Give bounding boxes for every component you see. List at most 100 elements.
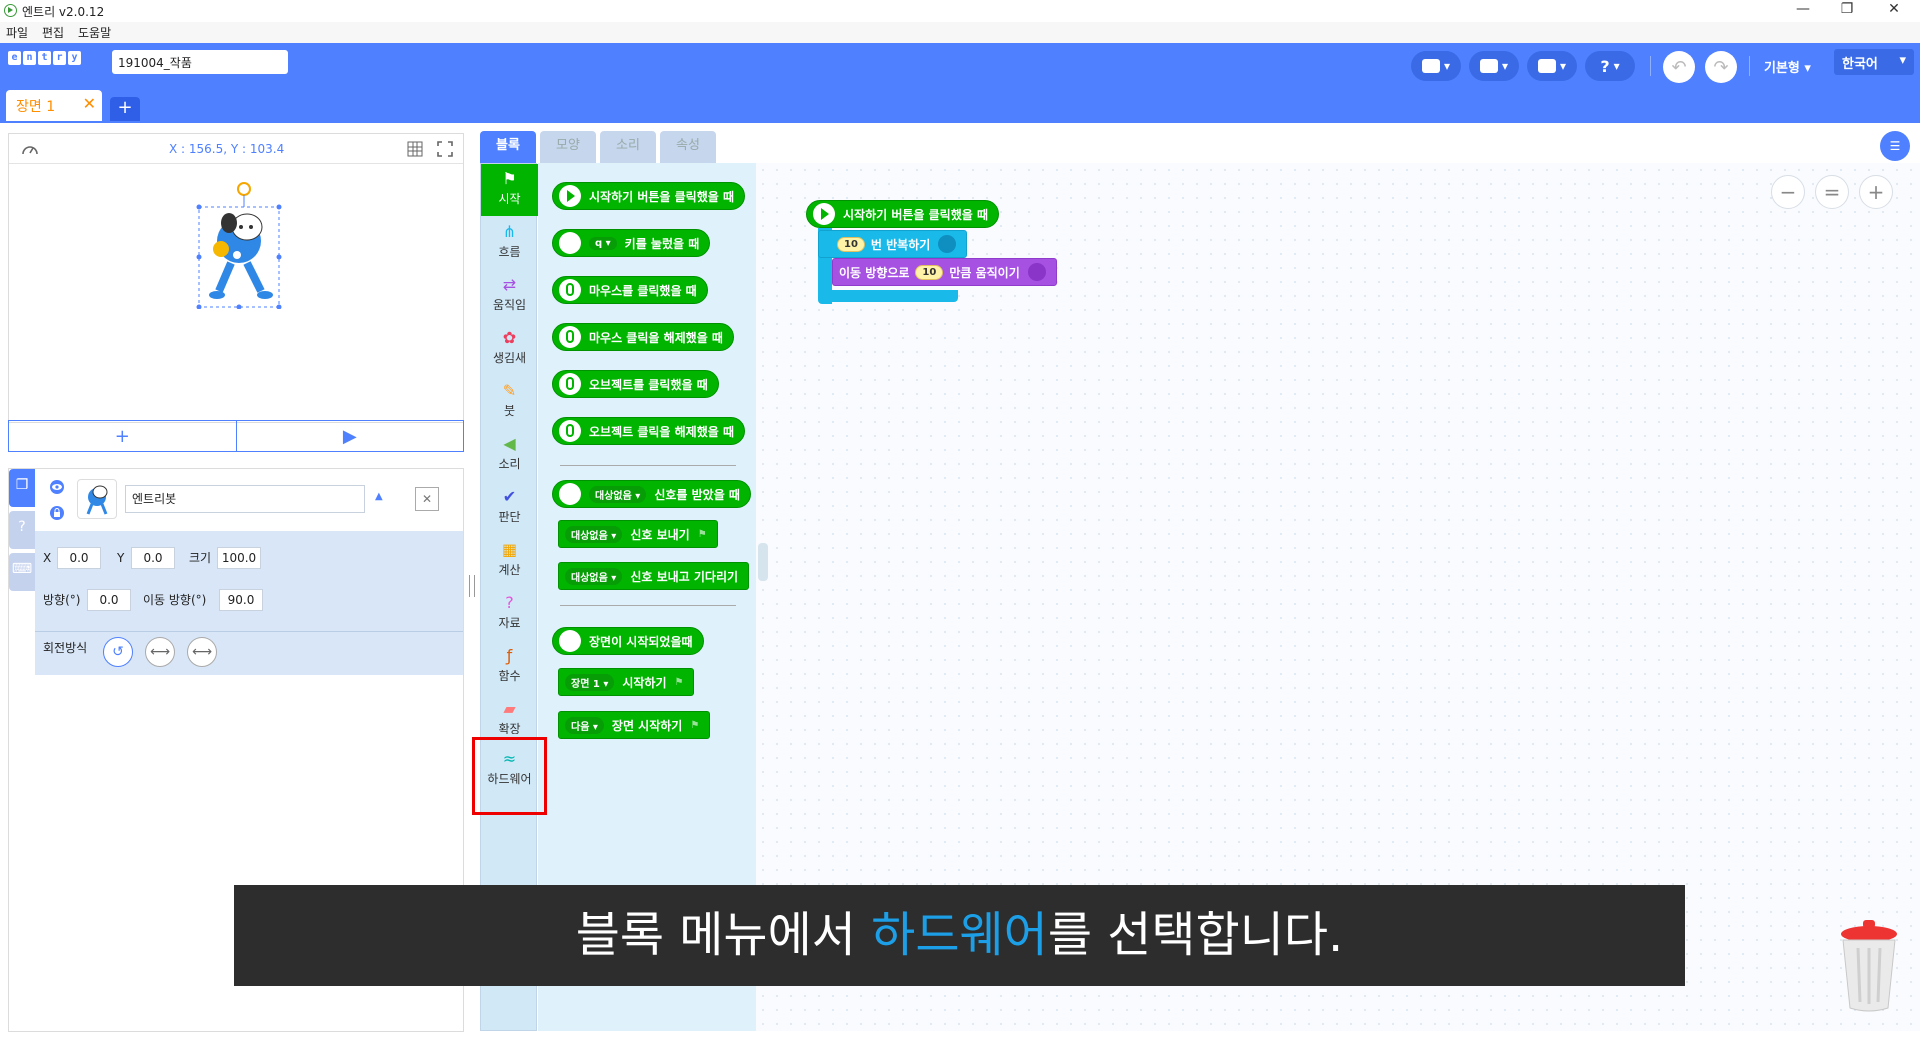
category-motion[interactable]: ⇄ 움직임 xyxy=(481,270,538,322)
move-direction-field[interactable]: 90.0 xyxy=(219,589,263,611)
speed-gauge-icon[interactable] xyxy=(21,141,39,157)
undo-button[interactable]: ↶ xyxy=(1663,51,1695,83)
y-field[interactable]: 0.0 xyxy=(131,547,175,569)
object-name-field[interactable]: 엔트리봇 xyxy=(125,485,365,513)
close-window-button[interactable]: ✕ xyxy=(1884,1,1904,17)
rotate-none-button[interactable]: ⟷ xyxy=(187,637,217,667)
palette-resize-handle[interactable] xyxy=(758,543,768,581)
tab-shapes[interactable]: 모양 xyxy=(540,131,596,163)
palette-block-object-release[interactable]: 오브젝트 클릭을 해제했을 때 xyxy=(552,417,746,445)
entry-app-icon xyxy=(4,4,17,17)
function-icon: ƒ xyxy=(506,646,513,665)
scene-tab[interactable]: 장면 1 ✕ xyxy=(6,90,102,121)
lock-icon[interactable] xyxy=(49,505,65,521)
logo-letter: y xyxy=(68,51,81,65)
size-label: 크기 xyxy=(189,551,212,565)
visibility-icon[interactable] xyxy=(49,479,65,495)
scene-dropdown[interactable]: 다음 ▾ xyxy=(565,716,604,734)
category-flow[interactable]: ⋔ 흐름 xyxy=(481,217,538,269)
help-menu-button[interactable]: ? ▾ xyxy=(1585,51,1635,81)
x-field[interactable]: 0.0 xyxy=(57,547,101,569)
direction-field[interactable]: 0.0 xyxy=(87,589,131,611)
palette-block-start-scene[interactable]: 장면 1 ▾ 시작하기 ⚑ xyxy=(558,668,695,696)
block-text: 만큼 움직이기 xyxy=(949,265,1020,280)
category-calc[interactable]: ▦ 계산 xyxy=(481,535,538,587)
tab-properties[interactable]: 속성 xyxy=(660,131,716,163)
category-label: 소리 xyxy=(498,457,521,471)
mode-select[interactable]: 기본형 ▾ xyxy=(1764,57,1811,76)
redo-button[interactable]: ↷ xyxy=(1705,51,1737,83)
key-dropdown[interactable]: q ▾ xyxy=(589,236,617,250)
scene-dropdown[interactable]: 장면 1 ▾ xyxy=(565,673,615,691)
repeat-count-field[interactable]: 10 xyxy=(837,236,865,252)
sort-up-icon[interactable]: ▲ xyxy=(375,491,383,502)
close-scene-icon[interactable]: ✕ xyxy=(83,94,96,113)
rotate-free-button[interactable]: ↺ xyxy=(103,637,133,667)
palette-block-start-click[interactable]: 시작하기 버튼을 클릭했을 때 xyxy=(552,182,746,210)
category-data[interactable]: ? 자료 xyxy=(481,588,538,640)
category-judgement[interactable]: ✔ 판단 xyxy=(481,482,538,534)
signal-dropdown[interactable]: 대상없음 ▾ xyxy=(565,567,623,585)
palette-block-mouse-click[interactable]: 마우스를 클릭했을 때 xyxy=(552,276,708,304)
zoom-in-button[interactable]: + xyxy=(1859,175,1893,209)
delete-object-button[interactable]: ✕ xyxy=(415,487,439,511)
palette-block-next-scene[interactable]: 다음 ▾ 장면 시작하기 ⚑ xyxy=(558,711,711,739)
script-repeat-block[interactable]: 10 번 반복하기 xyxy=(818,230,968,258)
comment-toggle-button[interactable]: ☰ xyxy=(1880,131,1910,161)
zoom-reset-button[interactable]: = xyxy=(1815,175,1849,209)
new-menu-button[interactable]: ▾ xyxy=(1469,51,1519,81)
grid-icon[interactable] xyxy=(407,141,423,157)
category-brush[interactable]: ✎ 붓 xyxy=(481,376,538,428)
palette-block-signal-send-wait[interactable]: 대상없음 ▾ 신호 보내고 기다리기 xyxy=(558,562,750,590)
entry-logo[interactable]: e n t r y xyxy=(8,51,81,65)
restore-button[interactable]: ❐ xyxy=(1837,1,1857,17)
menu-help[interactable]: 도움말 xyxy=(78,24,111,41)
size-field[interactable]: 100.0 xyxy=(217,547,261,569)
help-icon: ? xyxy=(1600,56,1610,76)
menu-edit[interactable]: 편집 xyxy=(42,24,64,41)
save-menu-button[interactable]: ▾ xyxy=(1527,51,1577,81)
language-select[interactable]: 한국어 ▾ xyxy=(1834,49,1914,75)
category-label: 흐름 xyxy=(498,245,521,259)
object-row[interactable]: 엔트리봇 ▲ ✕ xyxy=(35,469,463,531)
menu-file[interactable]: 파일 xyxy=(6,24,28,41)
palette-block-signal-receive[interactable]: 대상없음 ▾ 신호를 받았을 때 xyxy=(552,480,751,508)
palette-block-scene-start[interactable]: 장면이 시작되었을때 xyxy=(552,627,704,655)
object-tab[interactable]: ❐ xyxy=(9,469,35,507)
category-start[interactable]: ⚑ 시작 xyxy=(481,164,538,216)
run-button[interactable]: ▶ xyxy=(237,421,464,451)
signal-dropdown[interactable]: 대상없음 ▾ xyxy=(589,485,647,503)
minimize-button[interactable]: — xyxy=(1793,1,1813,17)
help-tab[interactable]: ? xyxy=(9,511,35,549)
category-function[interactable]: ƒ 함수 xyxy=(481,641,538,693)
script-start-block[interactable]: 시작하기 버튼을 클릭했을 때 xyxy=(806,200,1000,228)
rotate-horizontal-button[interactable]: ⟷ xyxy=(145,637,175,667)
looks-icon: ✿ xyxy=(502,328,517,347)
palette-block-object-click[interactable]: 오브젝트를 클릭했을 때 xyxy=(552,370,719,398)
category-label: 판단 xyxy=(498,510,521,524)
category-sound[interactable]: ◀ 소리 xyxy=(481,429,538,481)
add-object-button[interactable]: + xyxy=(9,421,237,451)
script-move-block[interactable]: 이동 방향으로 10 만큼 움직이기 xyxy=(832,258,1057,286)
add-scene-button[interactable]: + xyxy=(110,97,140,121)
signal-dropdown[interactable]: 대상없음 ▾ xyxy=(565,525,623,543)
trash-can-icon[interactable] xyxy=(1838,920,1900,1014)
entrybot-sprite[interactable] xyxy=(189,179,289,309)
zoom-out-button[interactable]: − xyxy=(1771,175,1805,209)
block-text: 번 반복하기 xyxy=(870,237,931,252)
console-tab[interactable]: ⌨ xyxy=(9,553,35,591)
tab-sounds[interactable]: 소리 xyxy=(600,131,656,163)
project-name-input[interactable] xyxy=(112,50,288,74)
tab-blocks[interactable]: 블록 xyxy=(480,131,536,163)
category-label: 함수 xyxy=(498,669,521,683)
palette-block-signal-send[interactable]: 대상없음 ▾ 신호 보내기 ⚑ xyxy=(558,520,718,548)
comment-menu-button[interactable]: ▾ xyxy=(1411,51,1461,81)
category-expansion[interactable]: ▰ 확장 xyxy=(481,694,538,735)
category-looks[interactable]: ✿ 생김새 xyxy=(481,323,538,375)
move-amount-field[interactable]: 10 xyxy=(915,264,944,280)
palette-block-key-press[interactable]: q ▾ 키를 눌렀을 때 xyxy=(552,229,711,257)
palette-block-mouse-release[interactable]: 마우스 클릭을 해제했을 때 xyxy=(552,323,734,351)
panel-resize-handle[interactable] xyxy=(469,575,475,597)
fullscreen-icon[interactable] xyxy=(437,141,453,157)
object-thumbnail xyxy=(77,479,117,519)
